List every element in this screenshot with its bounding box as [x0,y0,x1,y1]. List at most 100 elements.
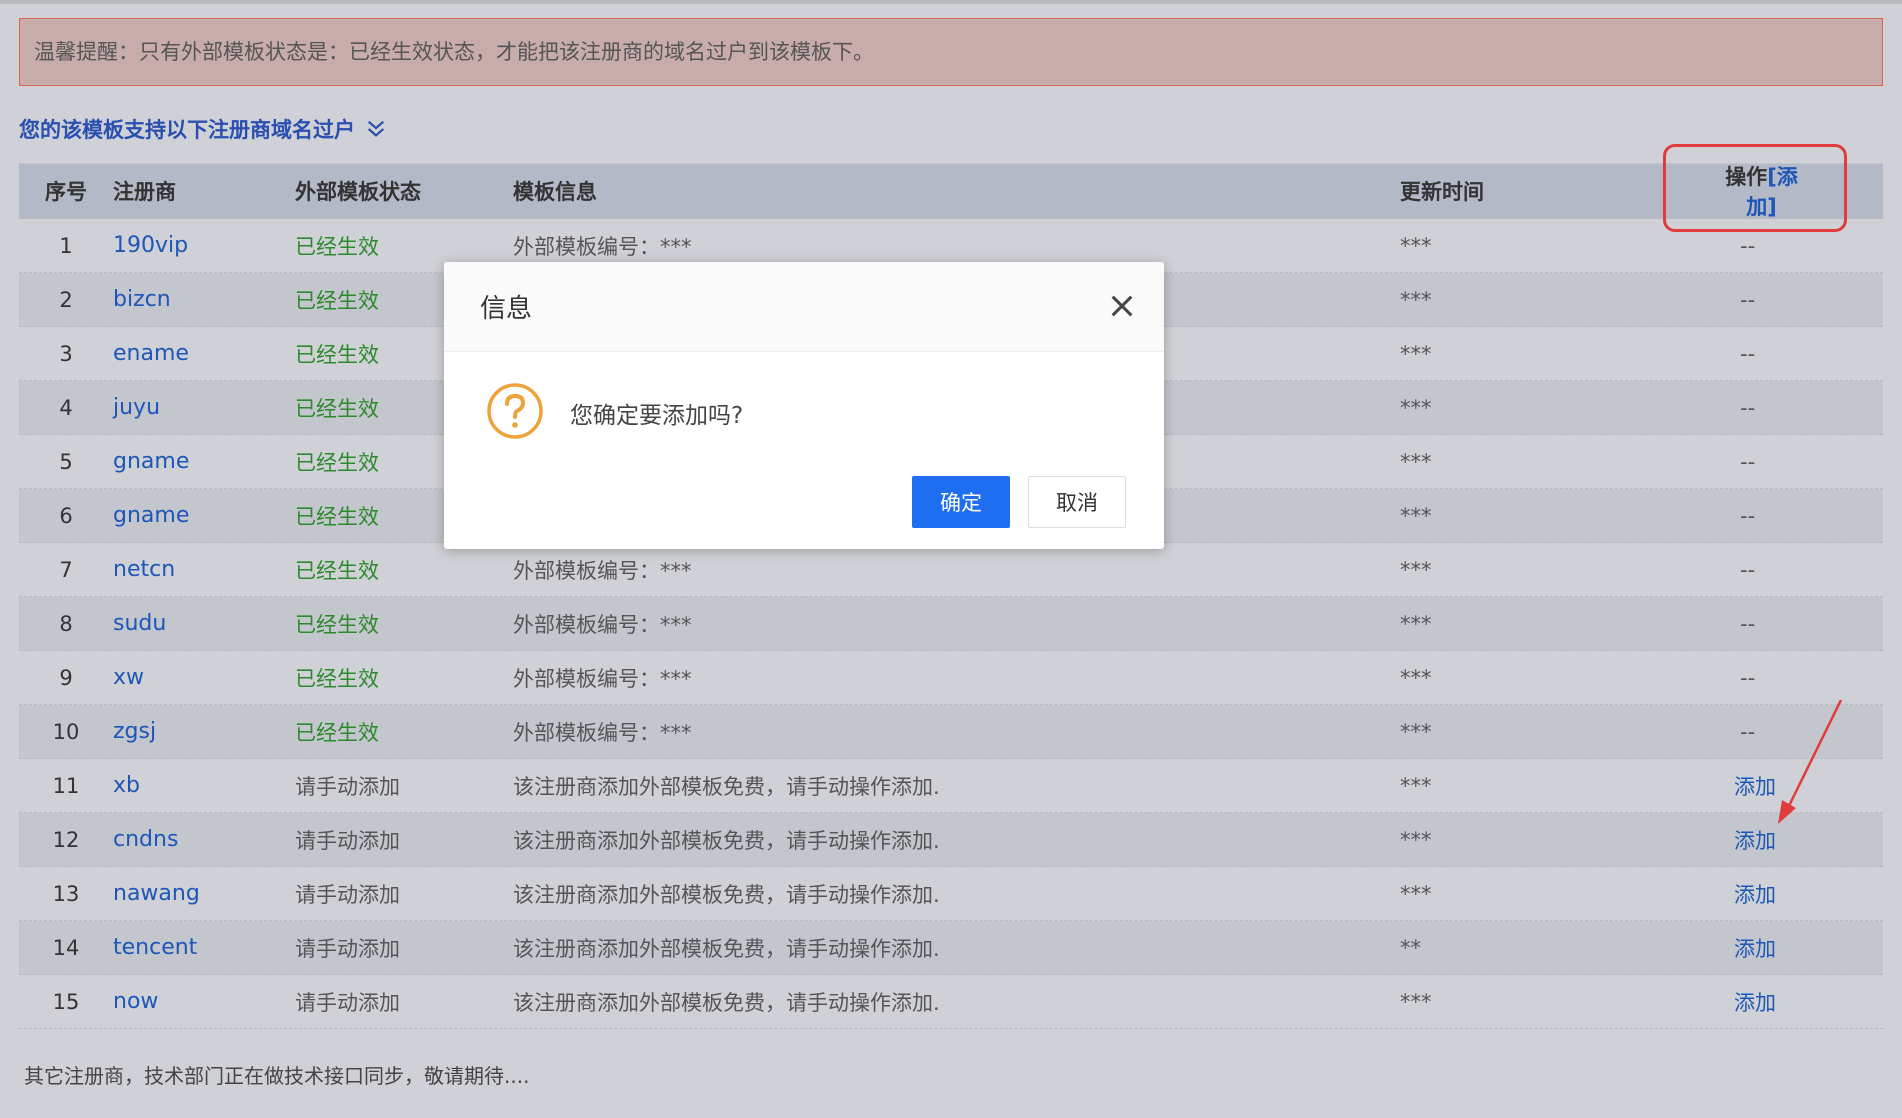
row-status: 请手动添加 [295,774,400,799]
row-op: -- [1740,341,1756,366]
row-time: *** [1400,287,1432,312]
table-row: 7 netcn 已经生效 外部模板编号：*** *** -- [19,543,1883,597]
row-time: *** [1400,989,1432,1014]
row-registrar[interactable]: zgsj [113,719,295,744]
table-row: 15 now 请手动添加 该注册商添加外部模板免费，请手动操作添加. *** 添加 [19,975,1883,1029]
row-status: 已经生效 [295,612,379,637]
table-row: 10 zgsj 已经生效 外部模板编号：*** *** -- [19,705,1883,759]
row-op: -- [1740,287,1756,312]
row-info: 外部模板编号：*** [513,234,692,259]
chevron-double-down-icon [367,120,385,137]
row-no: 4 [59,395,73,420]
row-no: 15 [52,989,80,1014]
question-icon [487,383,543,439]
header-info: 模板信息 [513,180,597,204]
row-status: 请手动添加 [295,990,400,1015]
row-registrar[interactable]: ename [113,341,295,366]
row-op: -- [1740,557,1756,582]
row-no: 3 [59,341,73,366]
row-registrar[interactable]: xb [113,773,295,798]
row-op: -- [1740,449,1756,474]
row-info: 该注册商添加外部模板免费，请手动操作添加. [513,774,940,799]
dialog-header: 信息 [444,262,1164,352]
notice-banner: 温馨提醒：只有外部模板状态是：已经生效状态，才能把该注册商的域名过户到该模板下。 [19,18,1883,86]
confirm-dialog: 信息 您确定要添加吗? 确定 取消 [444,262,1164,549]
row-info: 外部模板编号：*** [513,612,692,637]
row-add-link[interactable]: 添加 [1710,825,1883,855]
table-row: 8 sudu 已经生效 外部模板编号：*** *** -- [19,597,1883,651]
row-no: 13 [52,881,80,906]
row-registrar[interactable]: netcn [113,557,295,582]
row-op: -- [1740,395,1756,420]
row-status: 请手动添加 [295,882,400,907]
row-op: -- [1740,503,1756,528]
row-registrar[interactable]: gname [113,449,295,474]
row-no: 10 [52,719,80,744]
row-time: *** [1400,719,1432,744]
row-registrar[interactable]: juyu [113,395,295,420]
row-add-link[interactable]: 添加 [1710,933,1883,963]
row-info: 该注册商添加外部模板免费，请手动操作添加. [513,990,940,1015]
row-no: 7 [59,557,73,582]
section-title[interactable]: 您的该模板支持以下注册商域名过户 [19,114,387,144]
header-no: 序号 [45,180,87,204]
row-no: 12 [52,827,80,852]
row-time: *** [1400,449,1432,474]
row-time: *** [1400,611,1432,636]
row-time: ** [1400,935,1421,960]
annotation-highlight-box [1663,144,1847,232]
row-no: 11 [52,773,80,798]
row-time: *** [1400,503,1432,528]
row-no: 2 [59,287,73,312]
row-registrar[interactable]: now [113,989,295,1014]
row-op: -- [1740,611,1756,636]
row-status: 已经生效 [295,558,379,583]
row-time: *** [1400,773,1432,798]
row-time: *** [1400,665,1432,690]
row-registrar[interactable]: sudu [113,611,295,636]
row-time: *** [1400,557,1432,582]
row-registrar[interactable]: gname [113,503,295,528]
row-info: 外部模板编号：*** [513,666,692,691]
dialog-message: 您确定要添加吗? [570,403,744,429]
row-registrar[interactable]: cndns [113,827,295,852]
row-status: 已经生效 [295,666,379,691]
row-no: 8 [59,611,73,636]
table-row: 9 xw 已经生效 外部模板编号：*** *** -- [19,651,1883,705]
row-registrar[interactable]: bizcn [113,287,295,312]
row-registrar[interactable]: tencent [113,935,295,960]
table-row: 11 xb 请手动添加 该注册商添加外部模板免费，请手动操作添加. *** 添加 [19,759,1883,813]
row-no: 14 [52,935,80,960]
row-op: -- [1740,665,1756,690]
dialog-title: 信息 [480,294,533,324]
row-info: 外部模板编号：*** [513,720,692,745]
footer-note: 其它注册商，技术部门正在做技术接口同步，敬请期待.... [24,1064,530,1088]
row-time: *** [1400,395,1432,420]
header-status: 外部模板状态 [295,180,421,204]
header-registrar: 注册商 [113,180,176,204]
row-add-link[interactable]: 添加 [1710,771,1883,801]
row-time: *** [1400,881,1432,906]
confirm-button[interactable]: 确定 [912,476,1010,528]
row-no: 6 [59,503,73,528]
row-status: 请手动添加 [295,828,400,853]
top-border [0,0,1902,4]
row-add-link[interactable]: 添加 [1710,879,1883,909]
row-status: 已经生效 [295,720,379,745]
section-title-text: 您的该模板支持以下注册商域名过户 [19,118,355,142]
row-info: 该注册商添加外部模板免费，请手动操作添加. [513,936,940,961]
row-no: 9 [59,665,73,690]
row-no: 5 [59,449,73,474]
row-registrar[interactable]: nawang [113,881,295,906]
table-row: 12 cndns 请手动添加 该注册商添加外部模板免费，请手动操作添加. *** 添加 [19,813,1883,867]
row-info: 外部模板编号：*** [513,558,692,583]
row-add-link[interactable]: 添加 [1710,987,1883,1017]
cancel-button[interactable]: 取消 [1028,476,1126,528]
table-row: 13 nawang 请手动添加 该注册商添加外部模板免费，请手动操作添加. *** 添加 [19,867,1883,921]
row-time: *** [1400,827,1432,852]
row-time: *** [1400,233,1432,258]
dialog-body: 您确定要添加吗? 确定 取消 [444,352,1164,550]
close-icon[interactable] [1108,292,1136,320]
row-registrar[interactable]: xw [113,665,295,690]
row-registrar[interactable]: 190vip [113,233,295,258]
